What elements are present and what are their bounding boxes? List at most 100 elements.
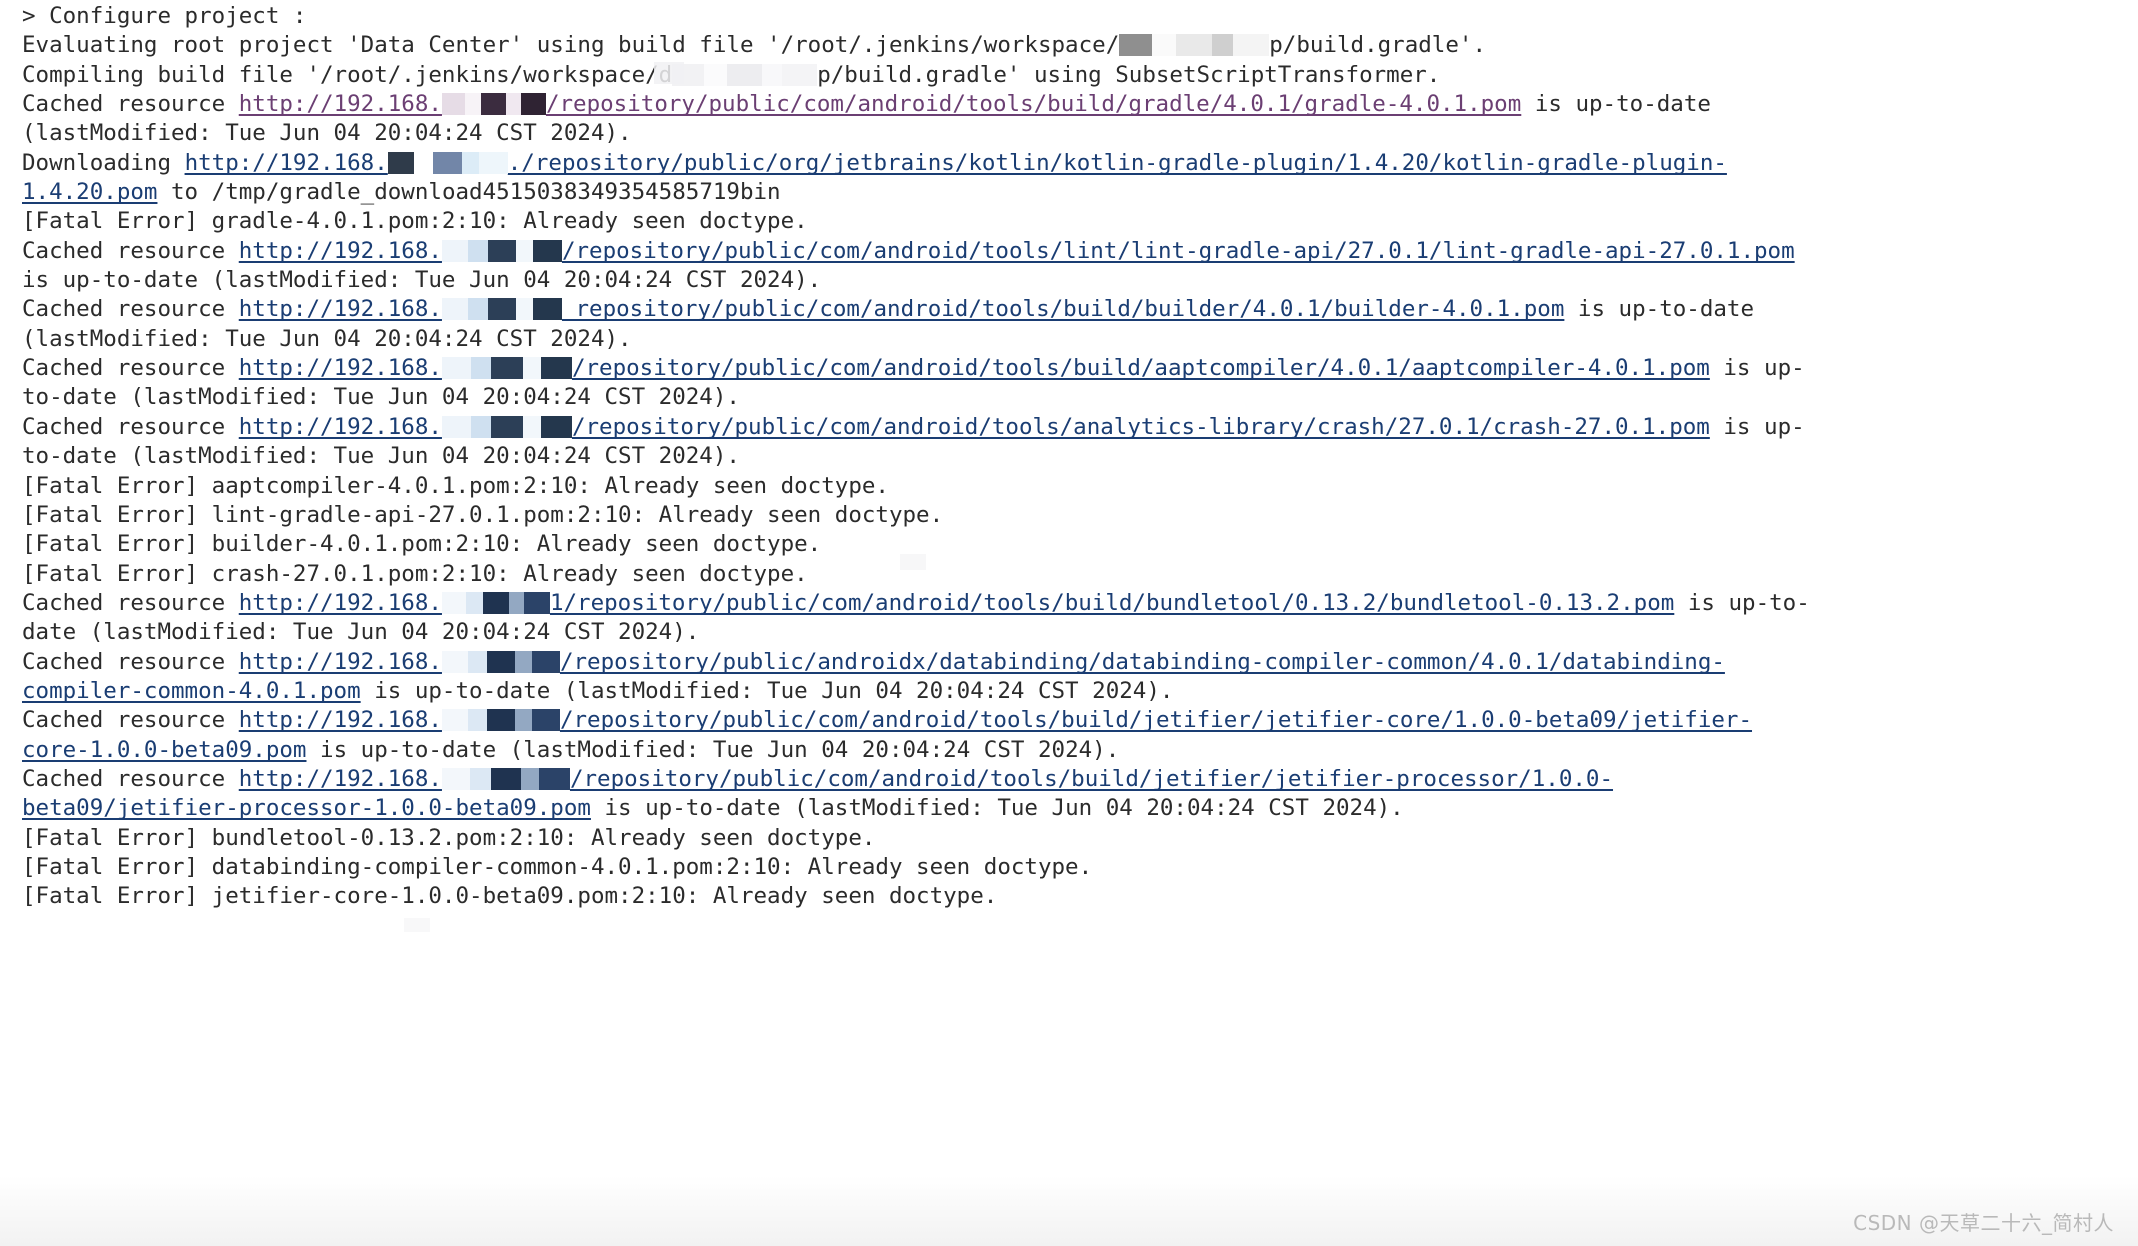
repository-url-link[interactable]: 1.4.20.pom xyxy=(22,179,157,205)
repository-url-link[interactable]: /repository/public/com/android/tools/bui… xyxy=(570,766,1613,792)
console-text: > Configure project : xyxy=(22,3,307,29)
console-line: date (lastModified: Tue Jun 04 20:04:24 … xyxy=(22,618,2138,647)
console-text: [Fatal Error] gradle-4.0.1.pom:2:10: Alr… xyxy=(22,208,808,235)
console-text: is up-to- xyxy=(1674,589,1810,616)
console-line: Compiling build file '/root/.jenkins/wor… xyxy=(22,61,2138,90)
console-log-body[interactable]: > Configure project : Evaluating root pro… xyxy=(22,2,2138,912)
console-text: is up- xyxy=(1709,355,1805,382)
console-text: is up-to-date xyxy=(1521,91,1711,118)
console-text: (lastModified: Tue Jun 04 20:04:24 CST 2… xyxy=(22,120,632,147)
bottom-vignette xyxy=(0,1176,2138,1246)
console-line: [Fatal Error] jetifier-core-1.0.0-beta09… xyxy=(22,882,2138,911)
console-text: [Fatal Error] aaptcompiler-4.0.1.pom:2:1… xyxy=(22,472,889,499)
console-line: [Fatal Error] builder-4.0.1.pom:2:10: Al… xyxy=(22,530,2138,559)
console-line: [Fatal Error] gradle-4.0.1.pom:2:10: Alr… xyxy=(22,207,2138,236)
redacted-ip-block xyxy=(672,63,818,86)
console-text: is up-to-date (lastModified: Tue Jun 04 … xyxy=(22,267,822,294)
console-text: is up-to-date (lastModified: Tue Jun 04 … xyxy=(360,677,1174,704)
console-text: to-date (lastModified: Tue Jun 04 20:04:… xyxy=(22,443,740,470)
console-text: p/build.gradle'. xyxy=(1269,32,1486,59)
repository-url-link[interactable]: repository/public/com/android/tools/buil… xyxy=(562,296,1564,322)
repository-url-link[interactable]: http://192.168. xyxy=(239,766,442,792)
console-line: 1.4.20.pom to /tmp/gradle_download451503… xyxy=(22,178,2138,207)
console-line: [Fatal Error] bundletool-0.13.2.pom:2:10… xyxy=(22,824,2138,853)
gradle-console-output: > Configure project : Evaluating root pro… xyxy=(0,0,2138,1246)
console-line: > Configure project : xyxy=(22,2,2138,31)
repository-url-link[interactable]: /repository/public/com/android/tools/bui… xyxy=(572,355,1710,381)
console-line: Cached resource http://192.168. /reposito… xyxy=(22,648,2138,677)
repository-url-link[interactable]: ./repository/public/org/jetbrains/kotlin… xyxy=(508,150,1727,176)
redacted-ip-block xyxy=(441,93,546,116)
console-line: Cached resource http://192.168. 1/reposit… xyxy=(22,589,2138,618)
console-text: Cached resource xyxy=(22,296,239,323)
console-line: [Fatal Error] lint-gradle-api-27.0.1.pom… xyxy=(22,501,2138,530)
console-line: (lastModified: Tue Jun 04 20:04:24 CST 2… xyxy=(22,119,2138,148)
console-text: is up-to-date (lastModified: Tue Jun 04 … xyxy=(590,795,1404,822)
console-line: Cached resource http://192.168. /reposito… xyxy=(22,237,2138,266)
console-text: Cached resource xyxy=(22,355,239,382)
repository-url-link[interactable]: http://192.168. xyxy=(185,150,388,176)
console-line: (lastModified: Tue Jun 04 20:04:24 CST 2… xyxy=(22,325,2138,354)
redacted-ip-block xyxy=(441,415,572,438)
console-text: [Fatal Error] lint-gradle-api-27.0.1.pom… xyxy=(22,501,944,528)
repository-url-link[interactable]: http://192.168. xyxy=(239,590,442,616)
repository-url-link[interactable]: http://192.168. xyxy=(239,649,442,675)
console-text: [Fatal Error] crash-27.0.1.pom:2:10: Alr… xyxy=(22,560,808,587)
repository-url-link[interactable]: http://192.168. xyxy=(239,707,442,733)
repository-url-link[interactable]: compiler-common-4.0.1.pom xyxy=(22,678,361,704)
redacted-ip-block xyxy=(1119,34,1270,57)
redacted-ip-block xyxy=(441,650,560,673)
repository-url-link[interactable]: http://192.168. xyxy=(239,296,442,322)
console-text: Cached resource xyxy=(22,91,239,118)
console-text: is up- xyxy=(1709,413,1805,440)
console-text: Cached resource xyxy=(22,589,239,616)
console-text: Cached resource xyxy=(22,707,239,734)
repository-url-link[interactable]: beta09/jetifier-processor-1.0.0-beta09.p… xyxy=(22,795,591,821)
repository-url-link[interactable]: /repository/public/androidx/databinding/… xyxy=(560,649,1725,675)
repository-url-link[interactable]: http://192.168. xyxy=(239,355,442,381)
csdn-watermark: CSDN @天草二十六_简村人 xyxy=(1853,1211,2114,1235)
repository-url-link[interactable]: http://192.168. xyxy=(239,91,442,117)
console-line: Cached resource http://192.168. reposito… xyxy=(22,295,2138,324)
console-line: to-date (lastModified: Tue Jun 04 20:04:… xyxy=(22,383,2138,412)
console-line: compiler-common-4.0.1.pom is up-to-date … xyxy=(22,677,2138,706)
console-text: (lastModified: Tue Jun 04 20:04:24 CST 2… xyxy=(22,325,632,352)
redacted-ip-block xyxy=(441,767,570,790)
console-line: is up-to-date (lastModified: Tue Jun 04 … xyxy=(22,266,2138,295)
console-line: beta09/jetifier-processor-1.0.0-beta09.p… xyxy=(22,794,2138,823)
console-text: p/build.gradle' using SubsetScriptTransf… xyxy=(817,61,1441,88)
console-line: core-1.0.0-beta09.pom is up-to-date (las… xyxy=(22,736,2138,765)
console-line: Cached resource http://192.168. /reposito… xyxy=(22,765,2138,794)
console-text: Cached resource xyxy=(22,413,239,440)
console-text: to /tmp/gradle_download45150383493545857… xyxy=(157,179,781,206)
console-text: Compiling build file '/root/.jenkins/wor… xyxy=(22,61,673,88)
console-line: Cached resource http://192.168. /reposito… xyxy=(22,354,2138,383)
console-line: to-date (lastModified: Tue Jun 04 20:04:… xyxy=(22,442,2138,471)
console-text: date (lastModified: Tue Jun 04 20:04:24 … xyxy=(22,619,700,646)
repository-url-link[interactable]: /repository/public/com/android/tools/bui… xyxy=(560,707,1752,733)
console-line: [Fatal Error] aaptcompiler-4.0.1.pom:2:1… xyxy=(22,472,2138,501)
repository-url-link[interactable]: /repository/public/com/android/tools/ana… xyxy=(572,414,1710,440)
repository-url-link[interactable]: 1/repository/public/com/android/tools/bu… xyxy=(550,590,1674,616)
console-line: Evaluating root project 'Data Center' us… xyxy=(22,31,2138,60)
repository-url-link[interactable]: http://192.168. xyxy=(239,238,442,264)
repository-url-link[interactable]: http://192.168. xyxy=(239,414,442,440)
console-text: is up-to-date xyxy=(1564,296,1755,323)
console-line: Downloading http://192.168. ./repository/… xyxy=(22,149,2138,178)
console-text: [Fatal Error] builder-4.0.1.pom:2:10: Al… xyxy=(22,531,822,558)
repository-url-link[interactable]: /repository/public/com/android/tools/lin… xyxy=(562,238,1795,264)
repository-url-link[interactable]: core-1.0.0-beta09.pom xyxy=(22,737,306,763)
redacted-ip-block xyxy=(441,709,560,732)
redaction-smudge xyxy=(404,918,430,932)
console-line: [Fatal Error] databinding-compiler-commo… xyxy=(22,853,2138,882)
redacted-ip-block xyxy=(441,298,562,321)
console-text: to-date (lastModified: Tue Jun 04 20:04:… xyxy=(22,384,740,411)
console-line: [Fatal Error] crash-27.0.1.pom:2:10: Alr… xyxy=(22,560,2138,589)
console-line: Cached resource http://192.168. /reposito… xyxy=(22,413,2138,442)
console-text: [Fatal Error] databinding-compiler-commo… xyxy=(22,853,1093,880)
redacted-ip-block xyxy=(441,357,572,380)
console-line: Cached resource http://192.168. /reposito… xyxy=(22,706,2138,735)
console-text: [Fatal Error] jetifier-core-1.0.0-beta09… xyxy=(22,883,998,910)
console-text: Cached resource xyxy=(22,648,239,675)
repository-url-link[interactable]: /repository/public/com/android/tools/bui… xyxy=(546,91,1521,117)
